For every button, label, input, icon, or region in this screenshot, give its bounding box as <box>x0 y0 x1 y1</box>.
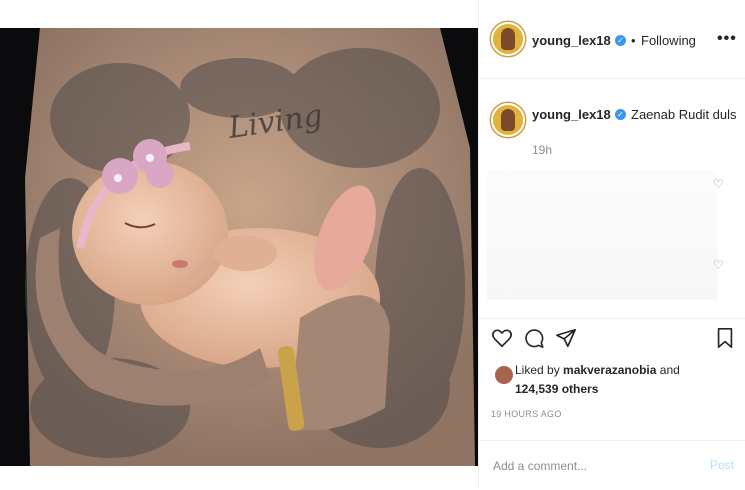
comment-icon[interactable] <box>523 327 545 349</box>
comment-form: Post <box>479 440 745 490</box>
caption-time: 19h <box>532 143 553 157</box>
verified-badge-icon: ✓ <box>615 109 626 120</box>
caption-text: Zaenab Rudit duls <box>631 107 737 122</box>
post-timestamp[interactable]: 19 HOURS AGO <box>491 409 562 419</box>
comment-input[interactable] <box>491 453 695 479</box>
post-sidebar: young_lex18 ✓ • Following ••• young_lex1… <box>478 0 745 489</box>
comments-area <box>487 170 717 300</box>
caption-username[interactable]: young_lex18 <box>532 107 611 122</box>
post-comment-button[interactable]: Post <box>710 458 734 472</box>
likes-count[interactable]: 124,539 others <box>515 382 598 396</box>
bookmark-icon[interactable] <box>715 327 735 349</box>
action-bar <box>479 318 745 359</box>
liker-username[interactable]: makverazanobia <box>563 363 656 377</box>
verified-badge-icon: ✓ <box>615 35 626 46</box>
liker-avatar[interactable] <box>495 366 513 384</box>
author-username[interactable]: young_lex18 <box>532 33 611 48</box>
header-separator: • <box>631 33 636 48</box>
comment-like-heart-icon[interactable]: ♡ <box>713 177 724 191</box>
more-options-icon[interactable]: ••• <box>717 30 737 48</box>
post-photo-illustration: Living <box>0 28 480 466</box>
likes-summary: Liked by makverazanobia and <box>515 363 680 377</box>
heart-icon[interactable] <box>491 327 513 349</box>
likes-joiner: and <box>659 363 680 377</box>
post-photo[interactable]: Living <box>0 28 480 466</box>
comment-like-heart-icon[interactable]: ♡ <box>713 258 724 272</box>
likes-count-text[interactable]: 124,539 others <box>515 382 598 396</box>
following-button[interactable]: Following <box>641 33 696 48</box>
post-header: young_lex18 ✓ • Following ••• <box>479 0 745 79</box>
share-icon[interactable] <box>555 327 577 349</box>
likes-prefix: Liked by <box>515 363 560 377</box>
author-avatar[interactable] <box>491 22 525 56</box>
caption-avatar[interactable] <box>491 103 525 137</box>
